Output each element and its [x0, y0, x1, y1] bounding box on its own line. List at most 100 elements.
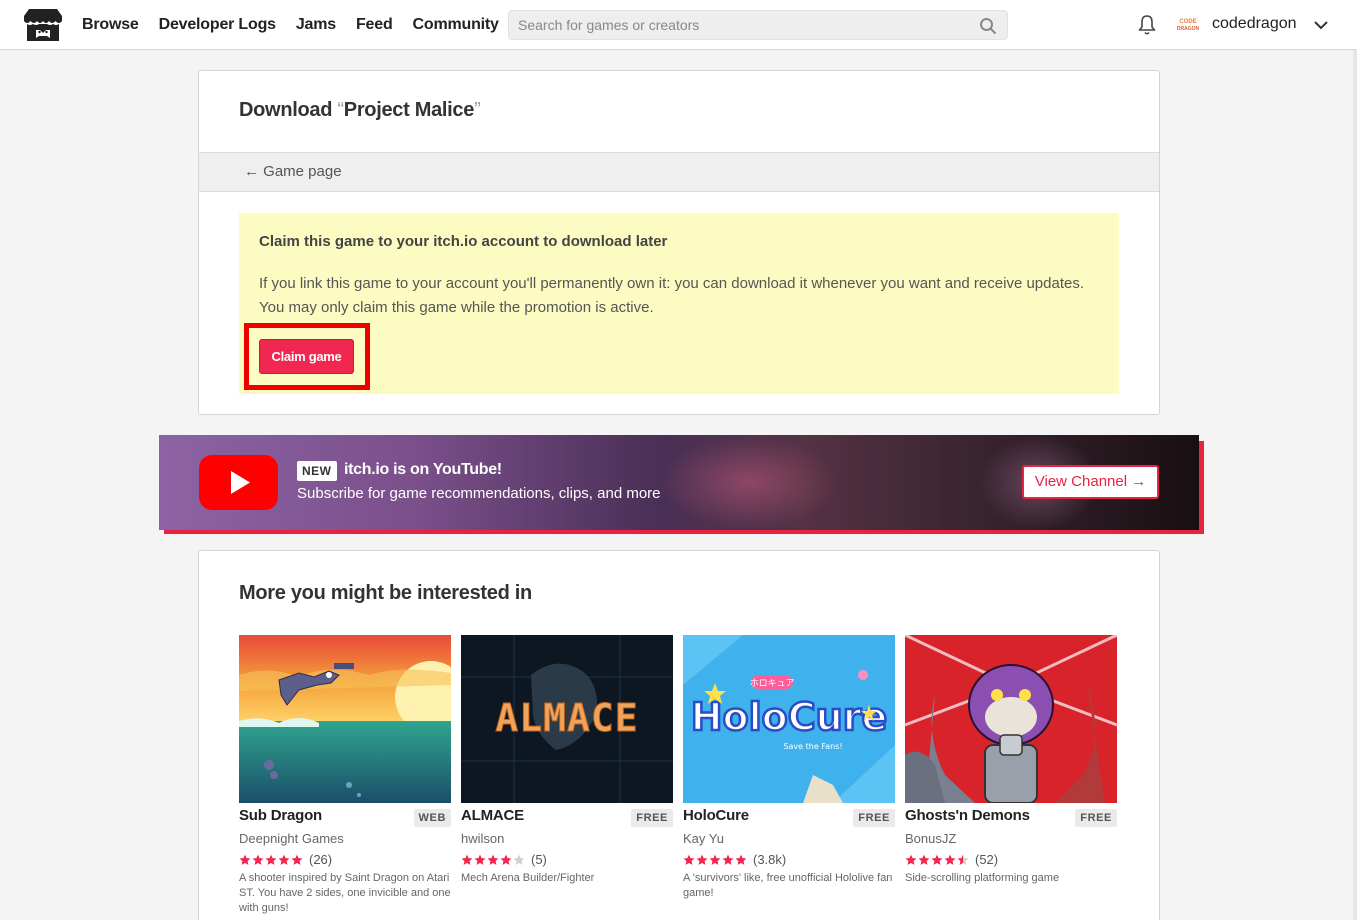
game-title[interactable]: ALMACE [461, 807, 524, 824]
claim-notice: Claim this game to your itch.io account … [239, 213, 1119, 394]
star-icon [513, 854, 525, 865]
star-icon [931, 854, 943, 865]
game-rating: (52) [905, 849, 1117, 871]
recommendations-panel: More you might be interested in Sub Drag… [198, 550, 1160, 920]
game-page-link[interactable]: ← Game page [244, 163, 342, 180]
game-card-sub-dragon: Sub Dragon WEB Deepnight Games (26) A sh… [239, 635, 451, 916]
rating-count: (5) [531, 852, 547, 867]
game-thumbnail-sub-dragon[interactable] [239, 635, 451, 803]
rating-count: (3.8k) [753, 852, 787, 867]
price-badge: FREE [1075, 809, 1117, 827]
game-name: Project Malice [343, 99, 475, 121]
new-badge: NEW [297, 461, 337, 481]
search-input[interactable] [509, 11, 969, 39]
game-rating: (3.8k) [683, 849, 895, 871]
youtube-subtitle: Subscribe for game recommendations, clip… [297, 485, 661, 502]
star-rating [239, 854, 304, 866]
star-icon [474, 854, 486, 865]
star-icon [683, 854, 695, 865]
avatar-text-bottom: DRAGON [1176, 25, 1200, 32]
star-icon [278, 854, 290, 865]
star-rating [905, 854, 970, 866]
star-rating [461, 854, 526, 866]
top-header: Browse Developer Logs Jams Feed Communit… [0, 0, 1357, 50]
youtube-title: itch.io is on YouTube! [344, 461, 502, 478]
nav-browse[interactable]: Browse [82, 16, 139, 34]
game-rating: (26) [239, 849, 451, 871]
view-channel-button[interactable]: View Channel → [1022, 465, 1159, 499]
game-author[interactable]: hwilson [461, 829, 673, 849]
nav-jams[interactable]: Jams [296, 16, 336, 34]
claim-heading: Claim this game to your itch.io account … [259, 233, 668, 250]
thumb-sub-text: Save the Fans! [783, 742, 842, 751]
game-description: A shooter inspired by Saint Dragon on At… [239, 872, 451, 914]
title-prefix: Download [239, 99, 338, 121]
star-icon [291, 854, 303, 865]
star-rating [683, 854, 748, 866]
avatar[interactable]: CODE DRAGON [1175, 12, 1201, 38]
game-description: Mech Arena Builder/Fighter [461, 872, 595, 884]
star-icon [252, 854, 264, 865]
scrollbar[interactable] [1353, 50, 1357, 920]
game-author[interactable]: BonusJZ [905, 829, 1117, 849]
star-icon [957, 854, 969, 865]
youtube-banner[interactable]: NEW itch.io is on YouTube! Subscribe for… [159, 435, 1199, 530]
download-panel: Download “Project Malice” ← Game page Cl… [198, 70, 1160, 415]
star-icon [722, 854, 734, 865]
game-rating: (5) [461, 849, 673, 871]
youtube-play-icon [199, 455, 278, 510]
star-icon [500, 854, 512, 865]
platform-badge: WEB [413, 809, 451, 827]
main-nav: Browse Developer Logs Jams Feed Communit… [82, 0, 499, 50]
chevron-down-icon[interactable] [1313, 17, 1329, 33]
rating-count: (52) [975, 852, 999, 867]
star-icon [487, 854, 499, 865]
page-title: Download “Project Malice” [239, 99, 481, 122]
star-icon [735, 854, 747, 865]
game-title-row: Ghosts'n Demons FREE [905, 807, 1117, 829]
star-icon [265, 854, 277, 865]
game-card-ghosts-n-demons: Ghosts'n Demons FREE BonusJZ (52) Side-s… [905, 635, 1117, 886]
recommendations-title: More you might be interested in [239, 582, 532, 604]
nav-developer-logs[interactable]: Developer Logs [159, 16, 276, 34]
nav-community[interactable]: Community [413, 16, 499, 34]
game-thumbnail-holocure[interactable]: ホロキュア HoloCure Save the Fans! [683, 635, 895, 803]
claim-description: If you link this game to your account yo… [259, 275, 1084, 316]
game-title[interactable]: Ghosts'n Demons [905, 807, 1030, 824]
price-badge: FREE [631, 809, 673, 827]
rating-count: (26) [309, 852, 333, 867]
game-thumbnail-almace[interactable]: ALMACE [461, 635, 673, 803]
star-icon [944, 854, 956, 865]
game-title-row: HoloCure FREE [683, 807, 895, 829]
game-description: A 'survivors' like, free unofficial Holo… [683, 872, 893, 899]
star-icon [918, 854, 930, 865]
bell-icon[interactable] [1137, 14, 1157, 36]
game-card-almace: ALMACE ALMACE FREE hwilson (5) Mech Aren… [461, 635, 673, 886]
game-title[interactable]: HoloCure [683, 807, 749, 824]
game-description: Side-scrolling platforming game [905, 872, 1060, 884]
star-icon [696, 854, 708, 865]
game-author[interactable]: Kay Yu [683, 829, 895, 849]
avatar-text-top: CODE [1179, 18, 1197, 25]
game-title-row: Sub Dragon WEB [239, 807, 451, 829]
star-icon [905, 854, 917, 865]
banner-background-art [659, 435, 839, 530]
game-title-row: ALMACE FREE [461, 807, 673, 829]
star-icon [461, 854, 473, 865]
game-thumbnail-ghosts-n-demons[interactable] [905, 635, 1117, 803]
thumb-tag-text: ホロキュア [750, 678, 795, 689]
nav-feed[interactable]: Feed [356, 16, 393, 34]
thumb-logo-text: ALMACE [495, 696, 638, 740]
game-title[interactable]: Sub Dragon [239, 807, 322, 824]
itch-logo-icon[interactable] [23, 7, 63, 43]
breadcrumb: ← Game page [199, 152, 1159, 192]
game-author[interactable]: Deepnight Games [239, 829, 451, 849]
price-badge: FREE [853, 809, 895, 827]
game-card-holocure: ホロキュア HoloCure Save the Fans! HoloCure F… [683, 635, 895, 901]
search-icon[interactable] [979, 17, 997, 35]
claim-game-button[interactable]: Claim game [259, 339, 354, 374]
star-icon [239, 854, 251, 865]
title-close-quote: ” [474, 99, 481, 121]
search-bar [508, 10, 1008, 40]
username[interactable]: codedragon [1212, 15, 1297, 33]
